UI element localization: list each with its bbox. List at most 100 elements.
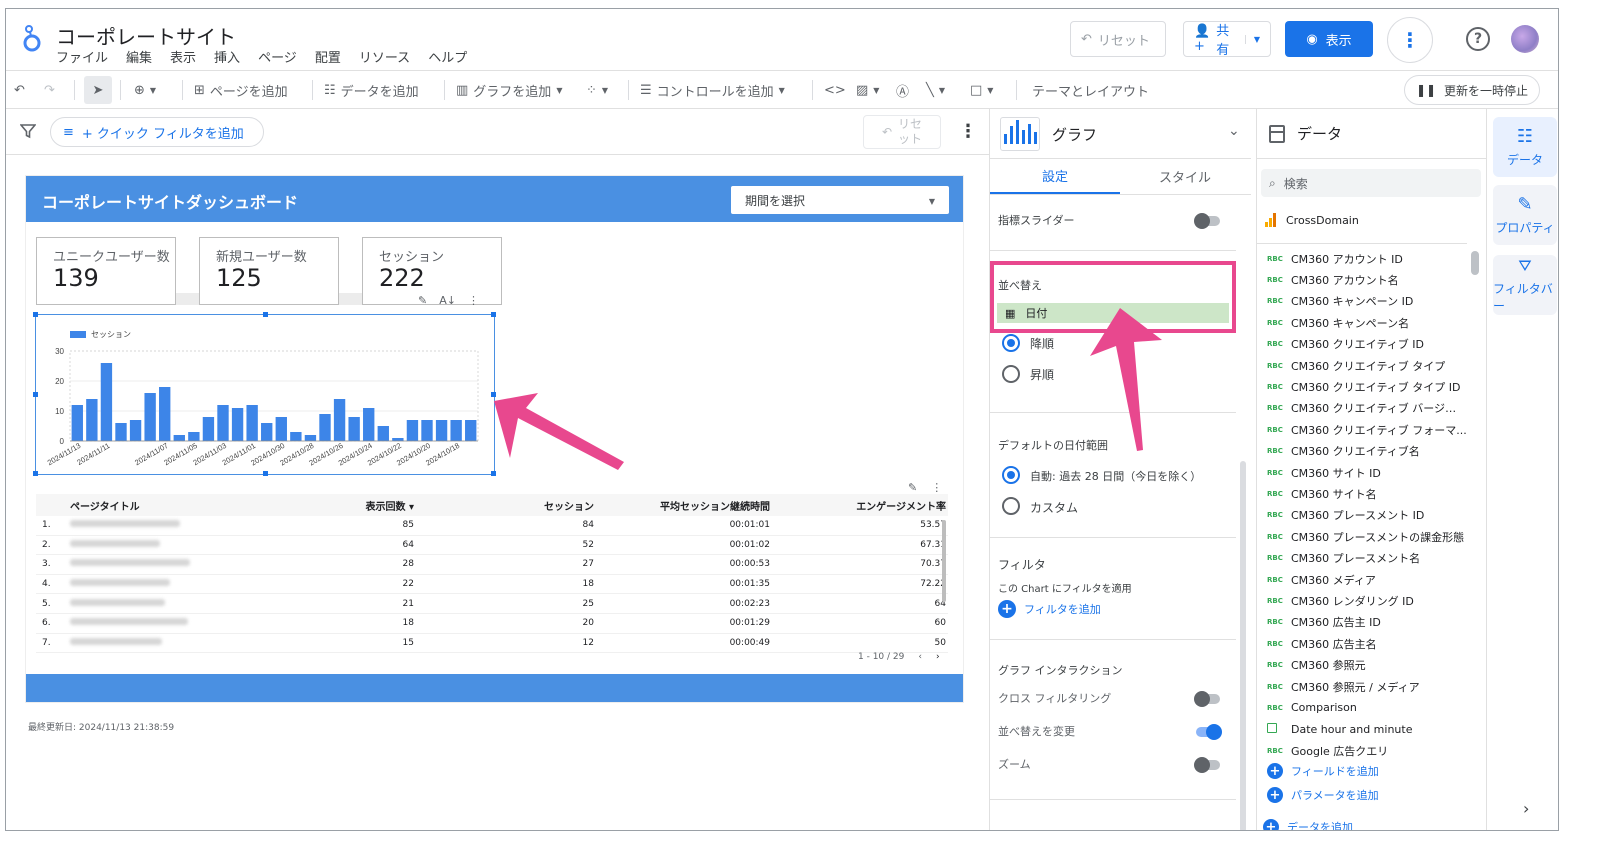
field-item[interactable]: RBC CM360 クリエイティブ フォーマ... [1257,419,1467,440]
sort-desc-radio[interactable] [1002,334,1020,352]
chevron-right-icon[interactable]: › [1523,799,1529,818]
date-auto-radio[interactable] [1002,466,1020,484]
share-dropdown-icon[interactable]: ▼ [1244,34,1260,44]
add-field-button[interactable]: + フィールドを追加 [1267,763,1379,779]
field-item[interactable]: RBC CM360 プレースメント名 [1257,547,1467,568]
sort-az-icon[interactable]: A↓ [439,294,456,307]
field-item[interactable]: RBC CM360 キャンペーン名 [1257,312,1467,333]
resize-handle[interactable] [491,392,496,397]
report-name[interactable]: コーポレートサイト [56,21,236,50]
field-item[interactable]: Date hour and minute [1257,719,1467,740]
bar-chart-type-icon[interactable] [1000,117,1040,151]
more-options-icon[interactable]: ⋮ [1387,17,1433,63]
sort-field-chip[interactable]: ▦ 日付 [997,303,1229,323]
filter-more-icon[interactable]: ⋮ [959,121,977,142]
field-item[interactable]: RBC CM360 レンダリング ID [1257,590,1467,611]
add-page-button[interactable]: ⊞ ページを追加 [194,71,288,109]
sort-asc-radio[interactable] [1002,365,1020,383]
field-item[interactable]: RBC CM360 メディア [1257,569,1467,590]
resize-handle[interactable] [33,392,38,397]
tab-setup[interactable]: 設定 [990,159,1120,194]
community-viz-button[interactable]: ⁘ ▼ [586,71,608,109]
pencil-icon[interactable]: ✎ [908,481,917,494]
table-row[interactable]: 2. 64 52 00:01:02 67.31 [36,536,948,556]
undo-icon[interactable]: ↶ [14,71,25,109]
prev-page-icon[interactable]: ‹ [918,652,922,662]
col-engagement-rate[interactable]: エンゲージメント率 [770,498,948,513]
cross-filter-toggle[interactable] [1194,691,1220,707]
field-item[interactable]: RBC CM360 アカウント ID [1257,248,1467,269]
pencil-icon[interactable]: ✎ [418,294,427,307]
resize-handle[interactable] [491,471,496,476]
field-item[interactable]: RBC CM360 クリエイティブ タイプ [1257,355,1467,376]
field-item[interactable]: RBC Comparison [1257,697,1467,718]
tab-style[interactable]: スタイル [1120,159,1250,194]
table-row[interactable]: 3. 28 27 00:00:53 70.37 [36,555,948,575]
rail-data[interactable]: ☷ データ [1493,117,1557,177]
field-item[interactable]: RBC CM360 アカウント名 [1257,269,1467,290]
add-parameter-button[interactable]: + パラメータを追加 [1267,787,1379,803]
theme-layout-button[interactable]: テーマとレイアウト [1032,71,1149,109]
field-item[interactable]: RBC CM360 プレースメントの課金形態 [1257,526,1467,547]
pause-updates-button[interactable]: ❚❚ 更新を一時停止 [1404,75,1540,105]
date-range-selector[interactable]: 期間を選択 ▼ [731,186,949,214]
shape-button[interactable]: □ ▼ [970,71,993,109]
menu-help[interactable]: ヘルプ [428,47,467,66]
field-item[interactable]: RBC CM360 クリエイティブ名 [1257,441,1467,462]
add-control-button[interactable]: ☰ コントロールを追加 ▼ [640,71,785,109]
share-button[interactable]: 👤+ 共有 ▼ [1183,21,1271,58]
metric-slider-toggle[interactable] [1194,213,1220,229]
text-box-icon[interactable]: Ⓐ [896,71,909,109]
add-filter-button[interactable]: + フィルタを追加 [998,600,1101,618]
rail-properties[interactable]: ✎ プロパティ [1493,185,1557,245]
add-data-source-button[interactable]: + データを追加 [1263,819,1353,830]
table-row[interactable]: 1. 85 84 00:01:01 53.57 [36,516,948,536]
resize-handle[interactable] [491,312,496,317]
kpi-unique-users[interactable]: ユニークユーザー数 139 [36,237,176,305]
menu-file[interactable]: ファイル [56,47,108,66]
menu-page[interactable]: ページ [258,47,297,66]
table-row[interactable]: 7. 15 12 00:00:49 50 [36,634,948,654]
table-more-icon[interactable]: ⋮ [931,481,942,494]
avatar[interactable] [1511,25,1539,53]
resize-handle[interactable] [263,471,268,476]
table-row[interactable]: 6. 18 20 00:01:29 60 [36,614,948,634]
kpi-new-users[interactable]: 新規ユーザー数 125 [199,237,339,305]
looker-studio-logo[interactable] [20,23,44,53]
zoom-toggle[interactable] [1194,757,1220,773]
chart-more-icon[interactable]: ⋮ [468,294,479,307]
field-item[interactable]: RBC CM360 広告主 ID [1257,612,1467,633]
field-item[interactable]: RBC CM360 クリエイティブ バージョン [1257,398,1467,419]
resize-handle[interactable] [33,471,38,476]
field-item[interactable]: RBC CM360 キャンペーン ID [1257,291,1467,312]
image-button[interactable]: ▨ ▼ [856,71,879,109]
resize-handle[interactable] [263,312,268,317]
col-sessions[interactable]: セッション [414,498,594,513]
reset-button[interactable]: ↶ リセット [1070,21,1166,57]
col-avg-duration[interactable]: 平均セッション継続時間 [594,498,770,513]
col-pageviews[interactable]: 表示回数 ▾ [330,498,414,513]
help-icon[interactable]: ? [1466,27,1490,51]
menu-arrange[interactable]: 配置 [315,47,341,66]
field-item[interactable]: RBC CM360 広告主名 [1257,633,1467,654]
menu-resource[interactable]: リソース [359,47,410,66]
data-source[interactable]: CrossDomain [1265,213,1359,227]
menu-view[interactable]: 表示 [170,47,196,66]
field-search-input[interactable]: ⌕ 検索 [1261,169,1481,197]
dashboard-title[interactable]: コーポレートサイトダッシュボード [42,189,298,213]
select-pointer-icon[interactable]: ➤ [84,76,112,104]
field-item[interactable]: RBC CM360 参照元 [1257,654,1467,675]
line-button[interactable]: ╲ ▼ [926,71,945,109]
bar-chart-selected[interactable]: 0 10 20 30 セッション 2024/11/13 2024/11/11 2024/11/… [33,312,496,476]
next-page-icon[interactable]: › [936,652,940,662]
menu-insert[interactable]: 挿入 [214,47,240,66]
field-item[interactable]: RBC CM360 参照元 / メディア [1257,676,1467,697]
change-sort-toggle[interactable] [1196,724,1222,740]
menu-edit[interactable]: 編集 [126,47,152,66]
field-item[interactable]: RBC CM360 クリエイティブ タイプ ID [1257,376,1467,397]
field-list-scrollbar[interactable] [1471,251,1479,275]
field-item[interactable]: RBC CM360 サイト ID [1257,462,1467,483]
filter-reset-button[interactable]: ↶ リセ ット [863,115,941,149]
table-row[interactable]: 5. 21 25 00:02:23 64 [36,594,948,614]
field-item[interactable]: RBC Google 広告クエリ [1257,740,1467,761]
